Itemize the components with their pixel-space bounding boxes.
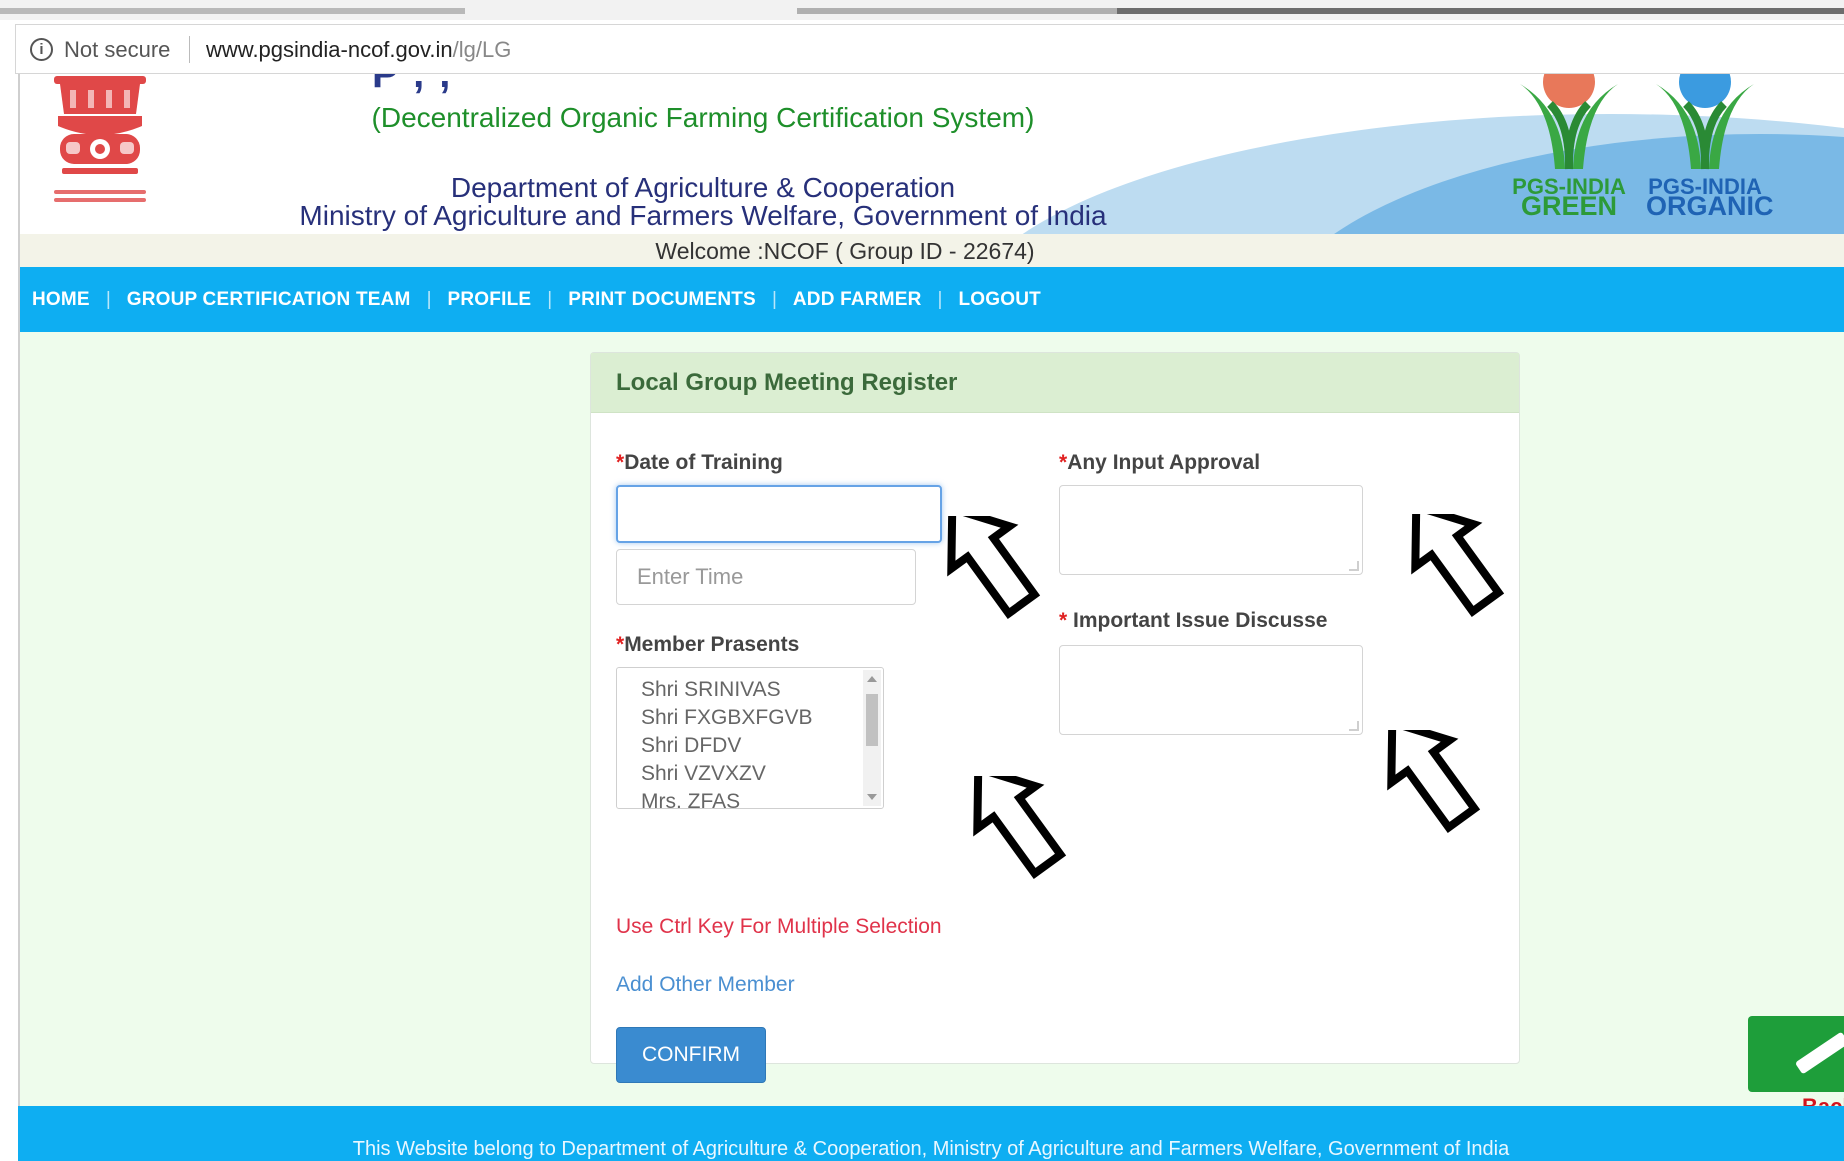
back-button[interactable] xyxy=(1748,1016,1844,1092)
browser-tab-strip xyxy=(0,0,1844,20)
nav-separator: | xyxy=(105,288,111,310)
required-mark: * xyxy=(616,451,625,474)
any-input-approval-textarea[interactable] xyxy=(1059,485,1363,575)
security-label[interactable]: Not secure xyxy=(64,37,170,63)
required-mark: * xyxy=(1059,451,1068,474)
member-presents-label: *Member Prasents xyxy=(616,633,799,657)
nav-logout[interactable]: LOGOUT xyxy=(958,289,1040,311)
back-arrow-icon xyxy=(1794,1031,1844,1075)
important-issue-textarea[interactable] xyxy=(1059,645,1363,735)
nav-profile[interactable]: PROFILE xyxy=(448,289,532,311)
annotation-arrow-icon xyxy=(947,516,1041,620)
panel-title: Local Group Meeting Register xyxy=(616,369,958,396)
annotation-arrow-icon xyxy=(1387,730,1481,834)
required-mark: * xyxy=(1059,609,1068,632)
confirm-button[interactable]: CONFIRM xyxy=(616,1027,766,1083)
member-presents-listbox[interactable]: Shri SRINIVAS Shri FXGBXFGVB Shri DFDV S… xyxy=(616,667,884,809)
members-label-text: Member Prasents xyxy=(624,633,800,656)
annotation-arrow-icon xyxy=(1411,514,1505,618)
member-option[interactable]: Mrs. ZFAS xyxy=(641,790,740,808)
footer-text: This Website belong to Department of Agr… xyxy=(352,1138,1510,1160)
address-separator xyxy=(189,36,190,63)
member-option[interactable]: Shri SRINIVAS xyxy=(641,678,781,702)
info-icon[interactable]: i xyxy=(30,38,53,61)
site-footer: This Website belong to Department of Agr… xyxy=(18,1106,1844,1161)
browser-tab[interactable] xyxy=(797,8,1117,14)
scroll-thumb[interactable] xyxy=(866,694,878,746)
nav-separator: | xyxy=(426,288,432,310)
site-title-partial: P , , xyxy=(372,74,453,96)
address-bar[interactable]: i Not secure www.pgsindia-ncof.gov.in/lg… xyxy=(15,24,1844,74)
issue-label-text: Important Issue Discusse xyxy=(1067,609,1328,632)
logo-text-line2: ORGANIC xyxy=(1646,191,1774,221)
input-approval-label-text: Any Input Approval xyxy=(1067,451,1261,474)
url-text[interactable]: www.pgsindia-ncof.gov.in/lg/LG xyxy=(206,37,511,63)
date-label-text: Date of Training xyxy=(624,451,783,474)
member-option[interactable]: Shri DFDV xyxy=(641,734,741,758)
important-issue-label: * Important Issue Discusse xyxy=(1059,609,1327,633)
pgs-organic-logo: PGS-INDIA ORGANIC xyxy=(1646,74,1774,222)
scroll-down-icon[interactable] xyxy=(867,794,877,800)
member-option[interactable]: Shri VZVXZV xyxy=(641,762,766,786)
ministry-name: Ministry of Agriculture and Farmers Welf… xyxy=(299,200,1107,231)
nav-separator: | xyxy=(937,288,943,310)
nav-separator: | xyxy=(547,288,553,310)
nav-add-farmer[interactable]: ADD FARMER xyxy=(793,289,922,311)
add-other-member-link[interactable]: Add Other Member xyxy=(616,973,795,997)
panel-heading: Local Group Meeting Register xyxy=(591,353,1519,413)
scroll-up-icon[interactable] xyxy=(867,676,877,682)
multi-select-hint: Use Ctrl Key For Multiple Selection xyxy=(616,915,942,938)
required-mark: * xyxy=(616,633,625,656)
url-host: www.pgsindia-ncof.gov.in xyxy=(206,37,453,62)
any-input-approval-label: *Any Input Approval xyxy=(1059,451,1260,475)
listbox-scrollbar[interactable] xyxy=(863,670,881,806)
browser-tab[interactable] xyxy=(0,8,465,14)
resize-grip-icon[interactable] xyxy=(1349,561,1359,571)
welcome-bar: Welcome :NCOF ( Group ID - 22674) xyxy=(20,234,1844,267)
meeting-register-panel: Local Group Meeting Register *Date of Tr… xyxy=(590,352,1520,1083)
nav-home[interactable]: HOME xyxy=(32,289,90,311)
browser-tab[interactable] xyxy=(1117,8,1844,14)
site-header: P , , (Decentralized Organic Farming Cer… xyxy=(20,74,1844,234)
time-input[interactable]: Enter Time xyxy=(616,549,916,605)
pgs-green-leaf-icon xyxy=(1520,74,1618,170)
annotation-arrow-icon xyxy=(973,776,1067,880)
nav-print-documents[interactable]: PRINT DOCUMENTS xyxy=(568,289,756,311)
main-nav: HOME | GROUP CERTIFICATION TEAM | PROFIL… xyxy=(20,267,1844,332)
pgs-organic-leaf-icon xyxy=(1656,74,1754,170)
nav-separator: | xyxy=(771,288,777,310)
logo-text-line2: GREEN xyxy=(1520,191,1618,221)
member-option[interactable]: Shri FXGBXFGVB xyxy=(641,706,813,730)
web-page: P , , (Decentralized Organic Farming Cer… xyxy=(18,74,1844,1161)
date-of-training-input[interactable] xyxy=(616,485,942,543)
nav-group-certification-team[interactable]: GROUP CERTIFICATION TEAM xyxy=(127,289,411,311)
nav-items: HOME | GROUP CERTIFICATION TEAM | PROFIL… xyxy=(32,267,1041,332)
pgs-green-logo: PGS-INDIA GREEN xyxy=(1510,74,1628,222)
welcome-text: Welcome :NCOF ( Group ID - 22674) xyxy=(655,238,1035,264)
site-subtitle: (Decentralized Organic Farming Certifica… xyxy=(371,102,1035,133)
url-path: /lg/LG xyxy=(452,37,512,62)
date-of-training-label: *Date of Training xyxy=(616,451,783,475)
